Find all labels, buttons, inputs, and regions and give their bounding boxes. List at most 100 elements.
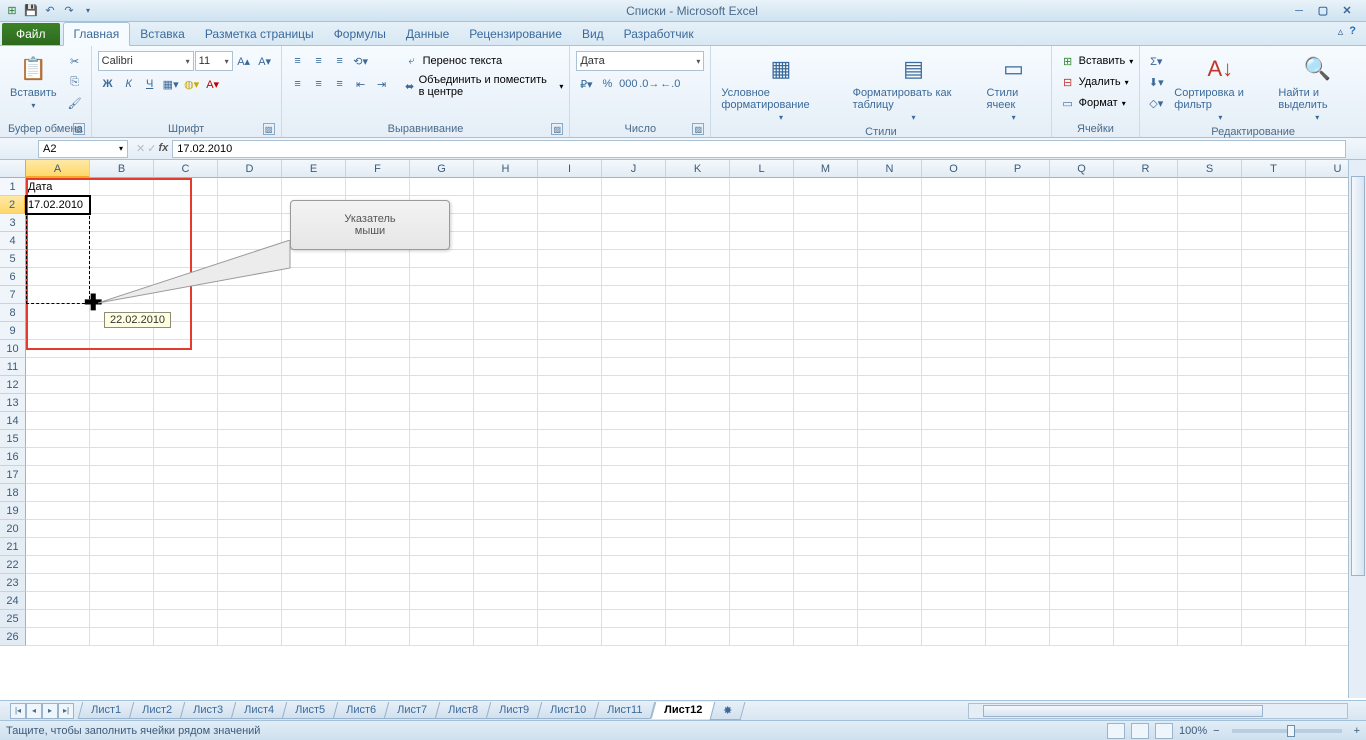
cell[interactable] bbox=[666, 376, 730, 394]
cell[interactable] bbox=[730, 394, 794, 412]
cell[interactable] bbox=[1114, 250, 1178, 268]
cell[interactable] bbox=[794, 250, 858, 268]
cell[interactable] bbox=[858, 448, 922, 466]
cell[interactable] bbox=[474, 484, 538, 502]
cell[interactable] bbox=[1114, 574, 1178, 592]
cell[interactable] bbox=[602, 466, 666, 484]
cell[interactable] bbox=[986, 466, 1050, 484]
cell[interactable] bbox=[666, 484, 730, 502]
cell[interactable] bbox=[1050, 394, 1114, 412]
cell[interactable] bbox=[218, 502, 282, 520]
tab-home[interactable]: Главная bbox=[63, 22, 131, 46]
cell[interactable] bbox=[1050, 268, 1114, 286]
cell[interactable] bbox=[1050, 628, 1114, 646]
cell[interactable] bbox=[154, 538, 218, 556]
undo-icon[interactable]: ↶ bbox=[42, 3, 58, 19]
border-button[interactable]: ▦▾ bbox=[161, 74, 181, 94]
align-middle-button[interactable]: ≡ bbox=[309, 51, 329, 71]
increase-font-icon[interactable]: A▴ bbox=[234, 51, 254, 71]
cell[interactable] bbox=[410, 484, 474, 502]
cell[interactable] bbox=[1050, 358, 1114, 376]
cell[interactable] bbox=[794, 232, 858, 250]
format-as-table-button[interactable]: ▤Форматировать как таблицу▾ bbox=[849, 51, 979, 124]
cell[interactable] bbox=[1114, 430, 1178, 448]
cell[interactable] bbox=[154, 358, 218, 376]
cell[interactable] bbox=[1242, 358, 1306, 376]
row-header[interactable]: 7 bbox=[0, 286, 26, 304]
column-header[interactable]: O bbox=[922, 160, 986, 178]
cell[interactable] bbox=[858, 178, 922, 196]
cell[interactable] bbox=[986, 484, 1050, 502]
cell[interactable] bbox=[410, 268, 474, 286]
row-header[interactable]: 22 bbox=[0, 556, 26, 574]
cell[interactable] bbox=[1242, 628, 1306, 646]
cell[interactable] bbox=[154, 376, 218, 394]
cell[interactable] bbox=[218, 484, 282, 502]
sheet-tab[interactable]: Лист6 bbox=[333, 702, 390, 719]
cell[interactable] bbox=[474, 214, 538, 232]
cell[interactable] bbox=[1178, 628, 1242, 646]
cell[interactable] bbox=[986, 592, 1050, 610]
cell[interactable] bbox=[986, 430, 1050, 448]
cell[interactable] bbox=[730, 538, 794, 556]
cell[interactable] bbox=[1178, 376, 1242, 394]
cell[interactable] bbox=[730, 340, 794, 358]
cell[interactable] bbox=[602, 574, 666, 592]
cell[interactable] bbox=[602, 484, 666, 502]
column-header[interactable]: N bbox=[858, 160, 922, 178]
cell[interactable] bbox=[922, 538, 986, 556]
cell[interactable] bbox=[410, 304, 474, 322]
cell[interactable] bbox=[218, 610, 282, 628]
cell[interactable] bbox=[602, 520, 666, 538]
cell[interactable] bbox=[410, 286, 474, 304]
tab-page-layout[interactable]: Разметка страницы bbox=[195, 23, 324, 45]
cell[interactable] bbox=[602, 340, 666, 358]
cell[interactable] bbox=[346, 466, 410, 484]
cell[interactable] bbox=[922, 502, 986, 520]
cell[interactable] bbox=[922, 322, 986, 340]
zoom-slider[interactable] bbox=[1232, 729, 1342, 733]
cell[interactable] bbox=[282, 610, 346, 628]
scrollbar-thumb[interactable] bbox=[1351, 176, 1365, 576]
cell[interactable] bbox=[730, 376, 794, 394]
cell[interactable] bbox=[154, 412, 218, 430]
align-left-button[interactable]: ≡ bbox=[288, 74, 308, 94]
cell[interactable]: Дата bbox=[26, 178, 90, 196]
cell[interactable] bbox=[922, 196, 986, 214]
cell[interactable] bbox=[1178, 358, 1242, 376]
cell[interactable] bbox=[1178, 448, 1242, 466]
cell[interactable] bbox=[282, 178, 346, 196]
format-cells-button[interactable]: ▭Формат▾ bbox=[1058, 93, 1126, 113]
cell[interactable] bbox=[922, 268, 986, 286]
sheet-tab[interactable]: Лист5 bbox=[282, 702, 339, 719]
cell[interactable] bbox=[90, 628, 154, 646]
cell[interactable] bbox=[1178, 232, 1242, 250]
cell[interactable] bbox=[986, 250, 1050, 268]
dialog-launcher-icon[interactable]: ▨ bbox=[263, 123, 275, 135]
cell[interactable] bbox=[474, 394, 538, 412]
cell[interactable] bbox=[474, 358, 538, 376]
cell[interactable] bbox=[1178, 214, 1242, 232]
cell[interactable] bbox=[666, 250, 730, 268]
cell[interactable] bbox=[1242, 250, 1306, 268]
font-size-combo[interactable]: 11▾ bbox=[195, 51, 233, 71]
cell[interactable] bbox=[986, 502, 1050, 520]
cell[interactable] bbox=[474, 250, 538, 268]
zoom-in-button[interactable]: + bbox=[1354, 725, 1360, 737]
cell[interactable] bbox=[282, 538, 346, 556]
cell[interactable] bbox=[1242, 412, 1306, 430]
autosum-button[interactable]: Σ▾ bbox=[1146, 51, 1166, 71]
cell[interactable] bbox=[26, 520, 90, 538]
cell[interactable] bbox=[730, 574, 794, 592]
align-center-button[interactable]: ≡ bbox=[309, 74, 329, 94]
cell[interactable] bbox=[858, 502, 922, 520]
cell[interactable] bbox=[218, 322, 282, 340]
cell[interactable] bbox=[666, 214, 730, 232]
row-header[interactable]: 23 bbox=[0, 574, 26, 592]
cell[interactable] bbox=[410, 574, 474, 592]
cell[interactable] bbox=[218, 394, 282, 412]
row-header[interactable]: 5 bbox=[0, 250, 26, 268]
cell[interactable] bbox=[538, 430, 602, 448]
cell[interactable] bbox=[602, 412, 666, 430]
cell[interactable] bbox=[538, 250, 602, 268]
